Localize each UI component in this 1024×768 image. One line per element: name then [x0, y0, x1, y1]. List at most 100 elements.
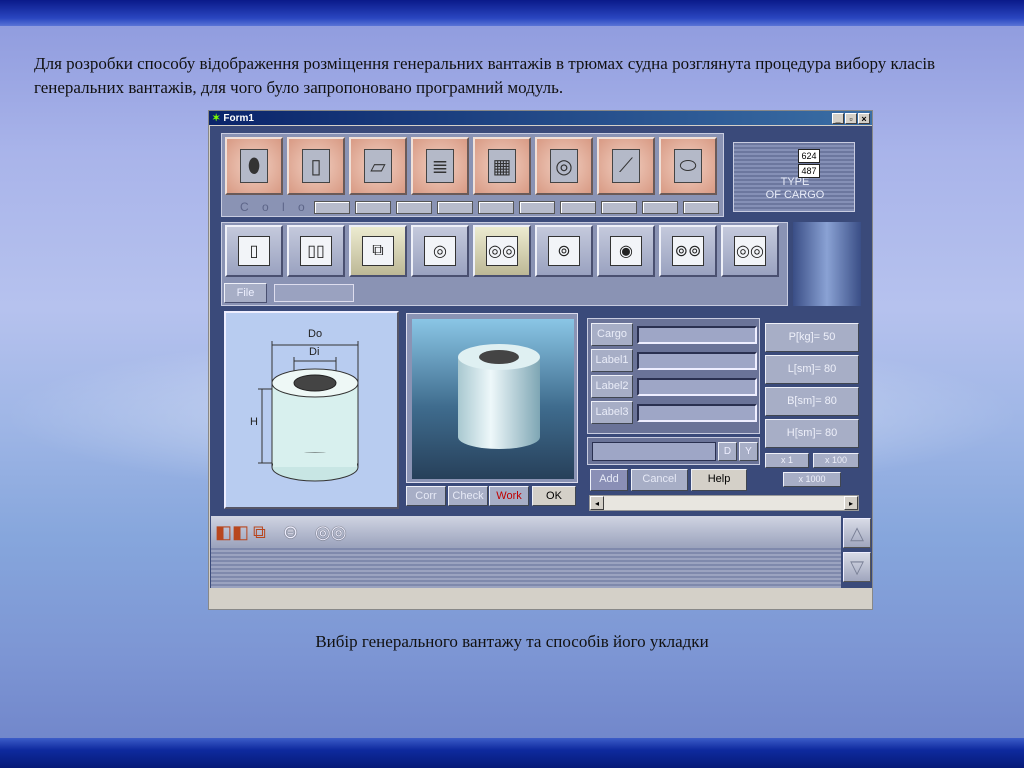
pack-paired-horizontal-2-button[interactable]: ⊚⊚ [659, 225, 717, 277]
cargo-barrel-button[interactable]: ⬮ [225, 137, 283, 195]
check-button[interactable]: Check [448, 486, 488, 506]
scroll-up-button[interactable]: △ [843, 518, 871, 548]
color-swatch[interactable] [478, 201, 514, 214]
cargo-box-button[interactable]: ▯ [287, 137, 345, 195]
paired-horizontal-icon: ⊚ [548, 236, 580, 266]
label3-button[interactable]: Label3 [591, 401, 633, 424]
stacked-cylinder-icon: ⧉ [362, 236, 394, 266]
color-swatch[interactable] [314, 201, 350, 214]
cargo-3d-preview-frame [406, 313, 578, 483]
label1-button[interactable]: Label1 [591, 349, 633, 372]
stowage-strip [211, 548, 841, 588]
pack-double-horizontal-button[interactable]: ◎◎ [721, 225, 779, 277]
color-swatch[interactable] [437, 201, 473, 214]
triangle-down-icon: ▽ [850, 557, 864, 577]
color-swatch[interactable] [601, 201, 637, 214]
cargo-roll-button[interactable]: ⬭ [659, 137, 717, 195]
minimize-button[interactable]: _ [832, 112, 844, 124]
inner-diameter-label: Di [309, 346, 320, 358]
cargo-pipe-button[interactable]: ⟋ [597, 137, 655, 195]
work-button[interactable]: Work [489, 486, 529, 506]
paired-horizontal-icon: ⊚⊚ [672, 236, 704, 266]
slide-top-bar [0, 0, 1024, 26]
file-button[interactable]: File [224, 283, 267, 303]
pallet-icon: ≣ [426, 149, 454, 183]
y-button[interactable]: Y [739, 442, 758, 461]
color-swatch[interactable] [355, 201, 391, 214]
packing-panel: ▯ ▯▯ ⧉ ◎ ◎◎ ⊚ ◉ ⊚⊚ ◎◎ File [221, 222, 788, 306]
horizontal-cylinder-icon: ◎ [424, 236, 456, 266]
cargo-combo-field[interactable] [592, 442, 716, 461]
cargo-sheet-button[interactable]: ▱ [349, 137, 407, 195]
pack-stacked-upright-button[interactable]: ⧉ [349, 225, 407, 277]
type-of-cargo-label: TYPE OF CARGO [734, 176, 856, 202]
double-horizontal-icon: ◎◎ [734, 236, 766, 266]
cancel-button[interactable]: Cancel [631, 469, 688, 491]
help-button[interactable]: Help [691, 469, 747, 491]
d-button[interactable]: D [718, 442, 737, 461]
intro-text: Для розробки способу відображення розміщ… [34, 54, 936, 97]
weight-button[interactable]: P[kg]= 50 [765, 323, 859, 352]
combo-panel: D Y [587, 437, 760, 465]
ok-button[interactable]: OK [532, 486, 576, 506]
cargo-fields-panel: Cargo Label1 Label2 Label3 [587, 318, 760, 434]
cargo-field[interactable] [637, 326, 757, 344]
cargo-field-button[interactable]: Cargo [591, 323, 633, 346]
cargo-pallet-button[interactable]: ≣ [411, 137, 469, 195]
slide-caption: Вибір генерального вантажу та способів й… [315, 632, 709, 651]
pack-single-upright-button[interactable]: ▯ [225, 225, 283, 277]
pack-paired-horizontal-button[interactable]: ⊚ [535, 225, 593, 277]
multiplier-x100-button[interactable]: x 100 [813, 453, 859, 468]
color-swatch[interactable] [642, 201, 678, 214]
add-button[interactable]: Add [590, 469, 628, 491]
pack-single-horizontal-button[interactable]: ◎ [411, 225, 469, 277]
app-icon: ✶ [212, 112, 221, 124]
cargo-coil-button[interactable]: ◎ [535, 137, 593, 195]
length-button[interactable]: L[sm]= 80 [765, 355, 859, 384]
triangle-up-icon: △ [850, 523, 864, 543]
box-icon: ▯ [302, 149, 330, 183]
scroll-left-icon[interactable]: ◂ [590, 496, 604, 510]
pack-single-horizontal-2-button[interactable]: ◉ [597, 225, 655, 277]
window-titlebar: ✶ Form1 _ ▫ × [209, 111, 872, 125]
corr-button[interactable]: Corr [406, 486, 446, 506]
label2-field[interactable] [637, 378, 757, 396]
color-swatch[interactable] [396, 201, 432, 214]
horizontal-scrollbar[interactable]: ◂ ▸ [589, 495, 859, 511]
app-window: ✶ Form1 _ ▫ × ⬮ ▯ ▱ ≣ ▦ ◎ ⟋ ⬭ C o l o r [208, 110, 873, 610]
pack-double-upright-button[interactable]: ▯▯ [287, 225, 345, 277]
cargo-crate-button[interactable]: ▦ [473, 137, 531, 195]
scroll-down-button[interactable]: ▽ [843, 552, 871, 582]
double-cylinder-icon: ▯▯ [300, 236, 332, 266]
color-swatch[interactable] [683, 201, 719, 214]
height-button[interactable]: H[sm]= 80 [765, 419, 859, 448]
cargo-type-panel: ⬮ ▯ ▱ ≣ ▦ ◎ ⟋ ⬭ C o l o r [221, 133, 724, 217]
color-swatch[interactable] [560, 201, 596, 214]
pack-triple-horizontal-button[interactable]: ◎◎ [473, 225, 531, 277]
crate-icon: ▦ [488, 149, 516, 183]
breadth-button[interactable]: B[sm]= 80 [765, 387, 859, 416]
scroll-right-icon[interactable]: ▸ [844, 496, 858, 510]
multiplier-x1-button[interactable]: x 1 [765, 453, 809, 468]
file-path-field[interactable] [274, 284, 354, 302]
rolls-icon[interactable]: ◎◎ [315, 522, 346, 542]
boxes-icon[interactable]: ◧◧ [215, 522, 249, 542]
dimensions-panel: P[kg]= 50 L[sm]= 80 B[sm]= 80 H[sm]= 80 … [763, 321, 863, 501]
close-button[interactable]: × [858, 112, 870, 124]
cylinder-upright-icon: ▯ [238, 236, 270, 266]
horizontal-cylinder-icon: ◉ [610, 236, 642, 266]
stacked-boxes-icon[interactable]: ⧉ [253, 522, 266, 542]
multiplier-x1000-button[interactable]: x 1000 [783, 472, 841, 487]
label2-button[interactable]: Label2 [591, 375, 633, 398]
window-title: Form1 [223, 112, 254, 124]
maximize-button[interactable]: ▫ [845, 112, 857, 124]
label3-field[interactable] [637, 404, 757, 422]
label1-field[interactable] [637, 352, 757, 370]
type-of-cargo-panel: TYPE OF CARGO 624 487 [733, 142, 855, 212]
color-swatch[interactable] [519, 201, 555, 214]
cylinder-dimension-diagram [258, 341, 359, 482]
cylinder-3d-render [458, 344, 540, 449]
slide-bottom-bar [0, 738, 1024, 768]
height-label: H [250, 416, 258, 428]
cylinders-icon[interactable]: ⊜ [283, 522, 298, 542]
